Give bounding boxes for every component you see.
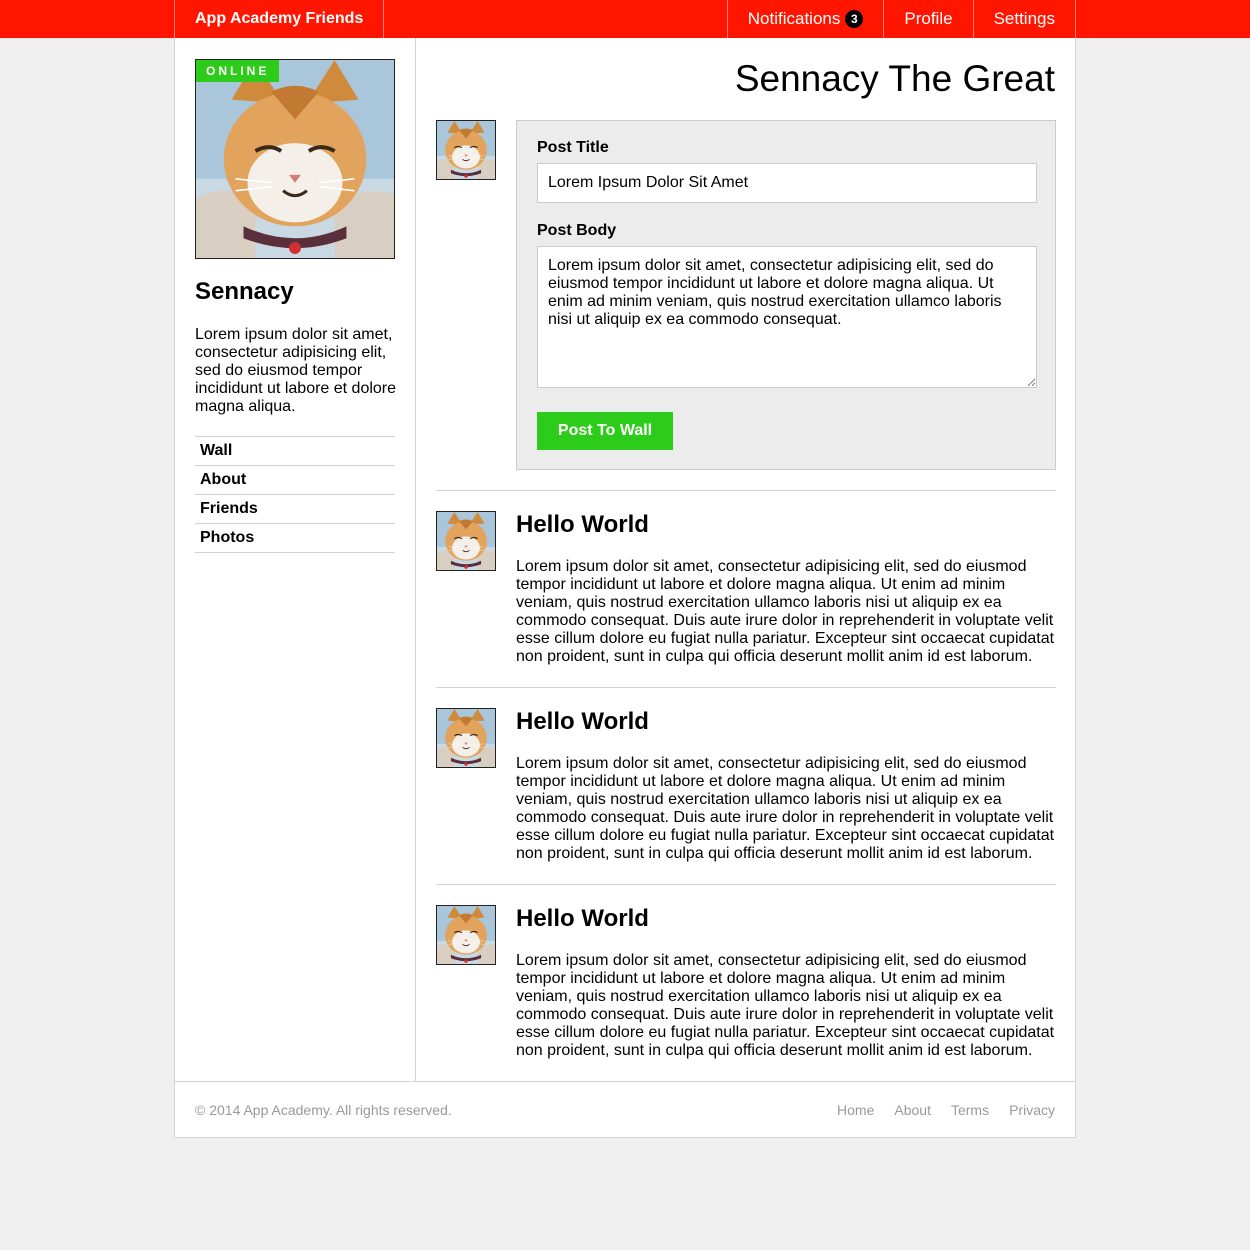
- profile-nav: Wall About Friends Photos: [195, 436, 395, 553]
- footer-link-about[interactable]: About: [894, 1102, 931, 1118]
- main-content: Sennacy The Great Post Title Post Body L…: [416, 38, 1075, 1081]
- avatar-image: [437, 512, 495, 570]
- footer-link-home[interactable]: Home: [837, 1102, 874, 1118]
- divider: [436, 490, 1056, 491]
- divider: [436, 687, 1056, 688]
- profile-bio: Lorem ipsum dolor sit amet, consectetur …: [195, 326, 397, 415]
- post-title-input[interactable]: [537, 163, 1037, 203]
- profile-nav-about[interactable]: About: [195, 466, 395, 495]
- avatar-image: [437, 121, 495, 179]
- post-title-label: Post Title: [537, 139, 609, 156]
- brand-link[interactable]: App Academy Friends: [174, 0, 384, 38]
- post-avatar[interactable]: [436, 511, 496, 571]
- post-title: Hello World: [516, 511, 649, 538]
- avatar-image: [437, 709, 495, 767]
- top-nav: Notifications 3 Profile Settings: [726, 0, 1076, 38]
- post-body: Lorem ipsum dolor sit amet, consectetur …: [516, 952, 1055, 1059]
- post-to-wall-button[interactable]: Post To Wall: [537, 412, 673, 450]
- profile-nav-photos[interactable]: Photos: [195, 524, 395, 553]
- post-form: Post Title Post Body Lorem ipsum dolor s…: [516, 120, 1056, 470]
- profile-nav-friends[interactable]: Friends: [195, 495, 395, 524]
- footer-link-terms[interactable]: Terms: [951, 1102, 989, 1118]
- page-container: ONLINE Sennacy Lorem ipsum dolor sit ame…: [174, 38, 1076, 1138]
- nav-settings-label: Settings: [993, 9, 1055, 28]
- profile-nav-wall[interactable]: Wall: [195, 437, 395, 466]
- post-avatar[interactable]: [436, 708, 496, 768]
- page-title: Sennacy The Great: [734, 58, 1055, 99]
- notification-count-badge: 3: [845, 10, 864, 28]
- footer: © 2014 App Academy. All rights reserved.…: [175, 1081, 1075, 1137]
- top-bar: App Academy Friends Notifications 3 Prof…: [0, 0, 1250, 38]
- footer-links: Home About Terms Privacy: [837, 1102, 1055, 1118]
- profile-name: Sennacy: [195, 278, 294, 305]
- top-bar-inner: App Academy Friends Notifications 3 Prof…: [174, 0, 1076, 38]
- divider: [436, 884, 1056, 885]
- sidebar: ONLINE Sennacy Lorem ipsum dolor sit ame…: [175, 38, 416, 1081]
- avatar-image: [437, 906, 495, 964]
- post-body-label: Post Body: [537, 222, 617, 239]
- nav-settings[interactable]: Settings: [972, 0, 1076, 38]
- post-body: Lorem ipsum dolor sit amet, consectetur …: [516, 755, 1055, 862]
- profile-photo[interactable]: ONLINE: [195, 59, 395, 259]
- composer-avatar[interactable]: [436, 120, 496, 180]
- copyright-text: © 2014 App Academy. All rights reserved.: [195, 1102, 452, 1118]
- nav-profile-label: Profile: [904, 9, 953, 28]
- nav-profile[interactable]: Profile: [883, 0, 972, 38]
- footer-link-privacy[interactable]: Privacy: [1009, 1102, 1055, 1118]
- post-body: Lorem ipsum dolor sit amet, consectetur …: [516, 558, 1055, 665]
- profile-cat-image: [196, 60, 394, 258]
- nav-notifications-label: Notifications: [747, 9, 841, 28]
- nav-notifications[interactable]: Notifications 3: [726, 0, 884, 38]
- post-body-textarea[interactable]: Lorem ipsum dolor sit amet, consectetur …: [537, 246, 1037, 388]
- post-title: Hello World: [516, 708, 649, 735]
- post-title: Hello World: [516, 905, 649, 932]
- post-avatar[interactable]: [436, 905, 496, 965]
- online-status-badge: ONLINE: [196, 60, 280, 82]
